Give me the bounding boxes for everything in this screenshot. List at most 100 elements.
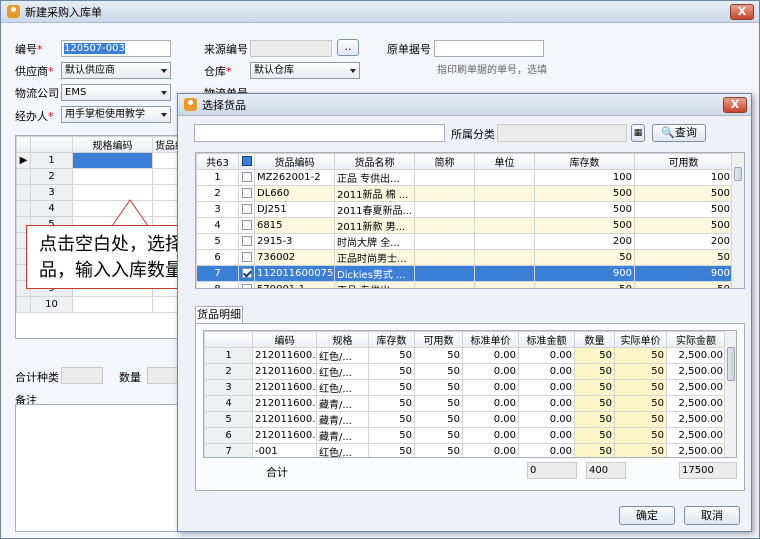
goods-row[interactable]: 1 MZ262001-2 正品 专供出... 100 100 (196, 169, 733, 186)
qty-cell[interactable]: 50 (574, 427, 615, 444)
warehouse-select[interactable]: 默认仓库 (250, 62, 360, 79)
detail-row[interactable]: 6 212011600... 藏青/... 50 50 0.00 0.00 50 50 2,500… (204, 427, 726, 444)
row-indicator (16, 184, 31, 201)
source-no-browse-button[interactable]: .. (337, 39, 359, 56)
grid-row[interactable]: ▶ 1 (16, 152, 180, 169)
col-goods-code[interactable]: 货品编码 (254, 153, 335, 170)
detail-row[interactable]: 1 212011600... 红色/... 50 50 0.00 0.00 50 50 2,500… (204, 347, 726, 364)
category-field[interactable] (497, 124, 627, 142)
detail-col-available[interactable]: 可用数 (414, 331, 463, 348)
price-cell[interactable]: 50 (614, 427, 667, 444)
row-number: 6 (204, 427, 253, 444)
available-cell: 500 (634, 185, 733, 202)
qty-cell[interactable]: 50 (574, 363, 615, 380)
orig-no-field[interactable] (434, 40, 544, 57)
row-checkbox[interactable] (238, 233, 255, 250)
price-cell[interactable]: 50 (614, 443, 667, 457)
detail-row[interactable]: 4 212011600... 藏青/... 50 50 0.00 0.00 50 50 2,500… (204, 395, 726, 412)
qty-cell[interactable]: 50 (574, 379, 615, 396)
detail-col-std-price[interactable]: 标准单价 (462, 331, 519, 348)
row-checkbox[interactable] (238, 265, 255, 282)
col-short-name[interactable]: 简称 (414, 153, 475, 170)
detail-row[interactable]: 3 212011600... 红色/... 50 50 0.00 0.00 50 50 2,500… (204, 379, 726, 396)
short-name-cell (414, 233, 475, 250)
short-name-cell (414, 249, 475, 266)
select-all-checkbox[interactable] (238, 153, 255, 170)
spec-cell: 红色/... (316, 443, 369, 457)
price-cell[interactable]: 50 (614, 379, 667, 396)
goods-code-cell: MZ262001-2 (254, 169, 335, 186)
close-icon[interactable]: X (730, 4, 754, 20)
price-cell[interactable]: 50 (614, 411, 667, 428)
detail-col-price[interactable]: 实际单价 (614, 331, 667, 348)
number-field[interactable]: 120507-003 (61, 40, 171, 57)
grid-row[interactable]: 2 (16, 168, 180, 185)
goods-row[interactable]: 5 2915-3 时尚大牌 全... 200 200 (196, 233, 733, 250)
col-available[interactable]: 可用数 (634, 153, 733, 170)
keyword-search-input[interactable] (194, 124, 445, 142)
goods-list-scrollbar[interactable] (731, 153, 744, 288)
row-checkbox[interactable] (238, 249, 255, 266)
price-cell[interactable]: 50 (614, 395, 667, 412)
qty-cell[interactable]: 50 (574, 411, 615, 428)
detail-col-spec[interactable]: 规格 (316, 331, 369, 348)
goods-row[interactable]: 8 579001-1正品 专供出... 5050 (196, 281, 733, 288)
col-unit[interactable]: 单位 (474, 153, 535, 170)
std-amount-cell: 0.00 (518, 443, 575, 457)
goods-row[interactable]: 2 DL660 2011新品 棉 ... 500 500 (196, 185, 733, 202)
col-stock[interactable]: 库存数 (534, 153, 635, 170)
available-cell: 900 (634, 265, 733, 282)
spec-code-cell[interactable] (72, 296, 153, 313)
short-name-cell (414, 217, 475, 234)
goods-row[interactable]: 7 112011600075043Dickies男式 ... 900900 (196, 265, 733, 282)
count-header: 共63 (196, 153, 239, 170)
grid-row[interactable]: 10 (16, 296, 180, 313)
handler-select[interactable]: 用手掌柜使用教学 (61, 106, 171, 123)
chevron-down-icon (161, 113, 167, 117)
detail-col-amount[interactable]: 实际金额 (666, 331, 726, 348)
ok-button[interactable]: 确定 (619, 506, 675, 525)
goods-row[interactable]: 4 6815 2011新款 男... 500 500 (196, 217, 733, 234)
qty-cell[interactable]: 50 (574, 395, 615, 412)
row-checkbox[interactable] (238, 185, 255, 202)
row-checkbox[interactable] (238, 217, 255, 234)
detail-col-code[interactable]: 编码 (252, 331, 317, 348)
goods-code-cell: 112011600075043 (254, 265, 335, 282)
goods-row[interactable]: 3 DJ251 2011春夏新品... 500 500 (196, 201, 733, 218)
row-number: 5 (196, 233, 239, 250)
detail-col-std-amount[interactable]: 标准金额 (518, 331, 575, 348)
price-cell[interactable]: 50 (614, 347, 667, 364)
qty-cell[interactable]: 50 (574, 443, 615, 457)
available-cell: 50 (414, 363, 463, 380)
search-button[interactable]: 🔍查询 (652, 124, 706, 142)
detail-row[interactable]: 2 212011600... 红色/... 50 50 0.00 0.00 50 50 2,500… (204, 363, 726, 380)
row-indicator (16, 200, 31, 217)
detail-col-qty[interactable]: 数量 (574, 331, 615, 348)
tab-goods-detail[interactable]: 货品明细 (195, 306, 243, 324)
row-checkbox[interactable] (238, 169, 255, 186)
row-checkbox[interactable] (238, 281, 255, 288)
qty-cell[interactable]: 50 (574, 347, 615, 364)
logistics-select[interactable]: EMS (61, 84, 171, 101)
spec-code-cell[interactable] (72, 168, 153, 185)
stock-cell: 50 (368, 411, 415, 428)
row-checkbox[interactable] (238, 201, 255, 218)
remark-field[interactable] (15, 404, 181, 532)
unit-cell (474, 265, 535, 282)
detail-col-stock[interactable]: 库存数 (368, 331, 415, 348)
spec-code-cell[interactable] (72, 152, 153, 169)
detail-row[interactable]: 5 212011600... 藏青/... 50 50 0.00 0.00 50 50 2,500… (204, 411, 726, 428)
source-no-field[interactable] (250, 40, 332, 57)
price-cell[interactable]: 50 (614, 363, 667, 380)
detail-scrollbar[interactable] (724, 331, 736, 457)
detail-row[interactable]: 7 -001 红色/... 50 50 0.00 0.00 50 50 2,500.00 (204, 443, 726, 457)
dialog-close-icon[interactable]: X (723, 97, 747, 113)
stock-cell: 500 (534, 185, 635, 202)
supplier-select[interactable]: 默认供应商 (61, 62, 171, 79)
cancel-button[interactable]: 取消 (684, 506, 740, 525)
category-picker-icon[interactable]: ▦ (631, 124, 645, 142)
grid-header-spec-code[interactable]: 规格编码 (72, 136, 153, 153)
goods-row[interactable]: 6 736002 正品时尚男士... 50 50 (196, 249, 733, 266)
available-cell: 50 (414, 411, 463, 428)
col-goods-name[interactable]: 货品名称 (334, 153, 415, 170)
